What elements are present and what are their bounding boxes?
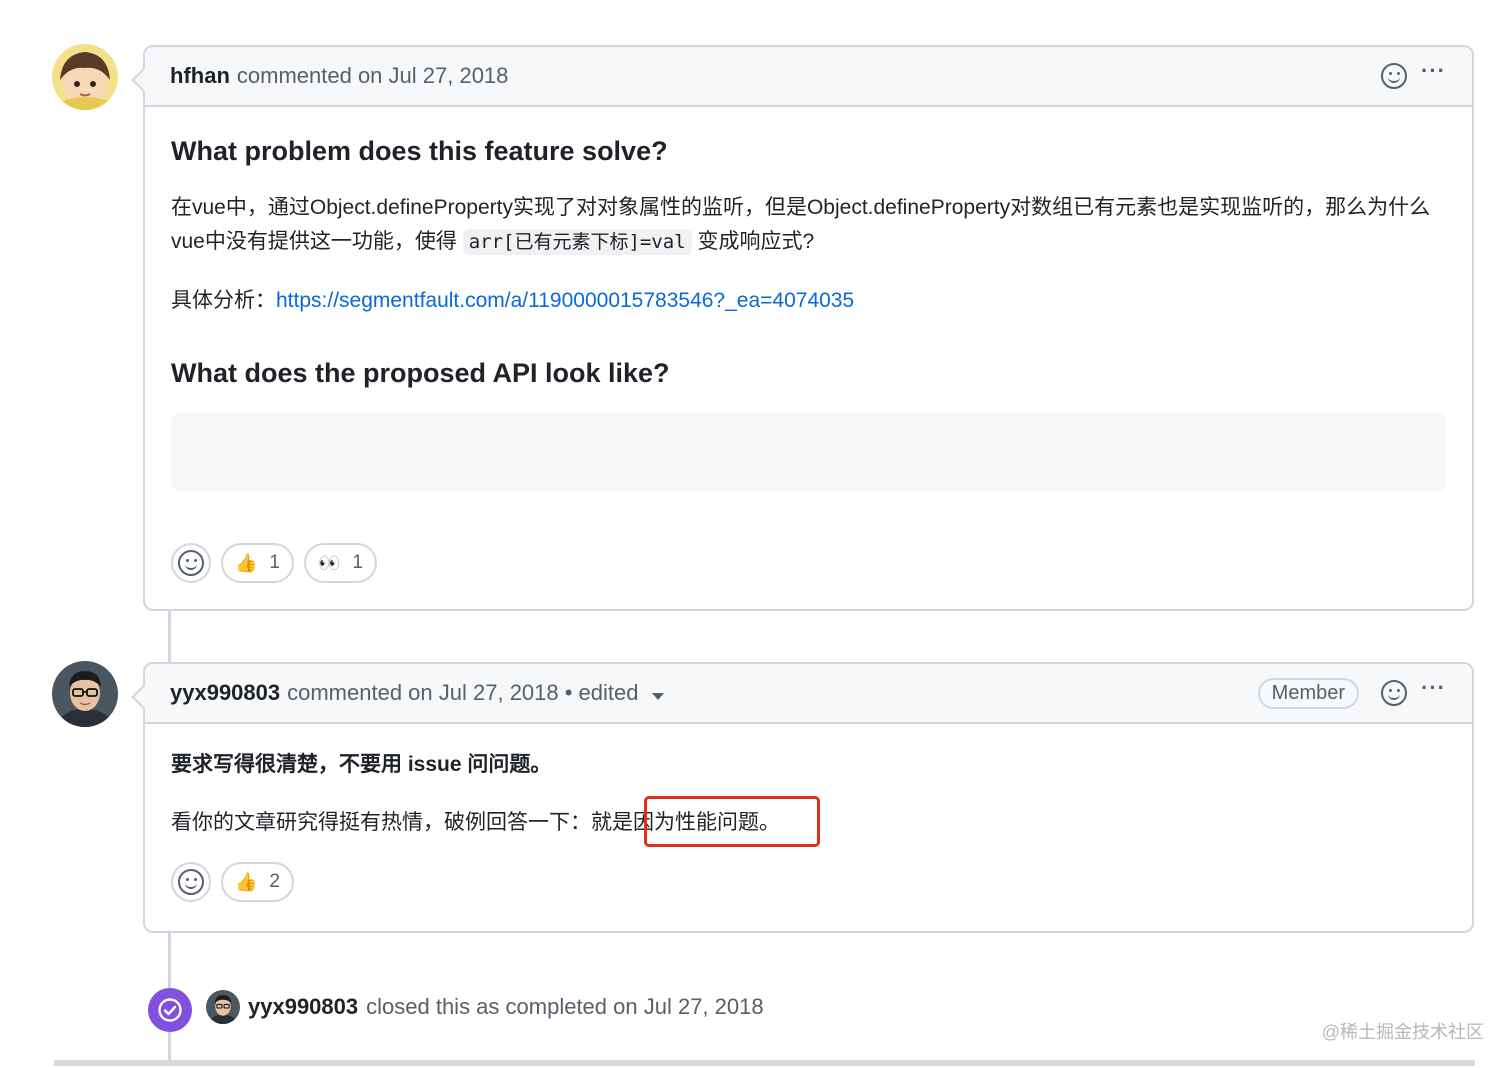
closed-badge [148,988,192,1032]
comment-meta[interactable]: commented on Jul 27, 2018 • edited [287,680,638,706]
add-reaction-icon[interactable] [1381,63,1408,89]
timeline-connector [168,1032,171,1062]
highlight-annotation [644,796,820,847]
add-reaction-button[interactable] [171,543,211,583]
reaction-eyes[interactable]: 👀 1 [304,543,377,583]
reaction-thumbs-up[interactable]: 👍 2 [221,862,294,902]
comment-author[interactable]: yyx990803 [170,680,280,706]
add-reaction-button[interactable] [171,862,211,902]
more-options-icon[interactable]: ··· [1421,58,1446,84]
section-heading: What does the proposed API look like? [171,358,670,388]
event-avatar[interactable] [206,990,240,1024]
eyes-icon: 👀 [318,552,341,573]
check-circle-icon [158,998,182,1022]
reaction-thumbs-up[interactable]: 👍 1 [221,543,294,583]
timeline-connector [168,610,171,664]
bottom-divider [54,1060,1475,1066]
reactions-bar: 👍 1 👀 1 [171,543,1446,583]
add-reaction-icon[interactable] [1381,680,1408,706]
comment-author[interactable]: hfhan [170,63,230,89]
avatar-hfhan[interactable] [52,44,118,110]
comment-body: What problem does this feature solve? 在v… [145,136,1472,583]
dropdown-caret-icon[interactable] [651,691,665,701]
reaction-count: 2 [269,871,280,892]
more-options-icon[interactable]: ··· [1421,675,1446,701]
member-badge: Member [1257,677,1360,709]
comment-header: yyx990803 commented on Jul 27, 2018 • ed… [145,664,1472,724]
comment-header: hfhan commented on Jul 27, 2018 ··· [145,47,1472,107]
analysis-label: 具体分析： [171,289,276,312]
watermark: @稀土掘金技术社区 [1321,1022,1484,1042]
analysis-line: 具体分析：https://segmentfault.com/a/11900000… [171,284,1446,318]
thumbs-up-icon: 👍 [235,871,258,892]
comment-meta[interactable]: commented on Jul 27, 2018 [237,63,509,89]
timeline-connector [168,932,171,990]
analysis-link[interactable]: https://segmentfault.com/a/1190000015783… [276,289,854,312]
event-author[interactable]: yyx990803 [248,994,358,1020]
smiley-icon [178,869,204,895]
comment-card: hfhan commented on Jul 27, 2018 ··· What… [143,45,1474,611]
code-block [171,413,1446,491]
comment-paragraph: 在vue中，通过Object.defineProperty实现了对对象属性的监听… [171,191,1446,259]
reaction-count: 1 [352,552,363,573]
inline-code: arr[已有元素下标]=val [462,229,692,255]
reaction-count: 1 [269,552,280,573]
smiley-icon [178,550,204,576]
closed-event: yyx990803 closed this as completed on Ju… [206,990,764,1024]
paragraph-text: 变成响应式? [697,230,815,253]
section-heading: What problem does this feature solve? [171,136,668,166]
event-text: closed this as completed on Jul 27, 2018 [366,994,764,1019]
thumbs-up-icon: 👍 [235,552,258,573]
avatar-yyx990803[interactable] [52,661,118,727]
comment-strong-line: 要求写得很清楚，不要用 issue 问问题。 [171,753,552,776]
reactions-bar: 👍 2 [171,862,1446,902]
